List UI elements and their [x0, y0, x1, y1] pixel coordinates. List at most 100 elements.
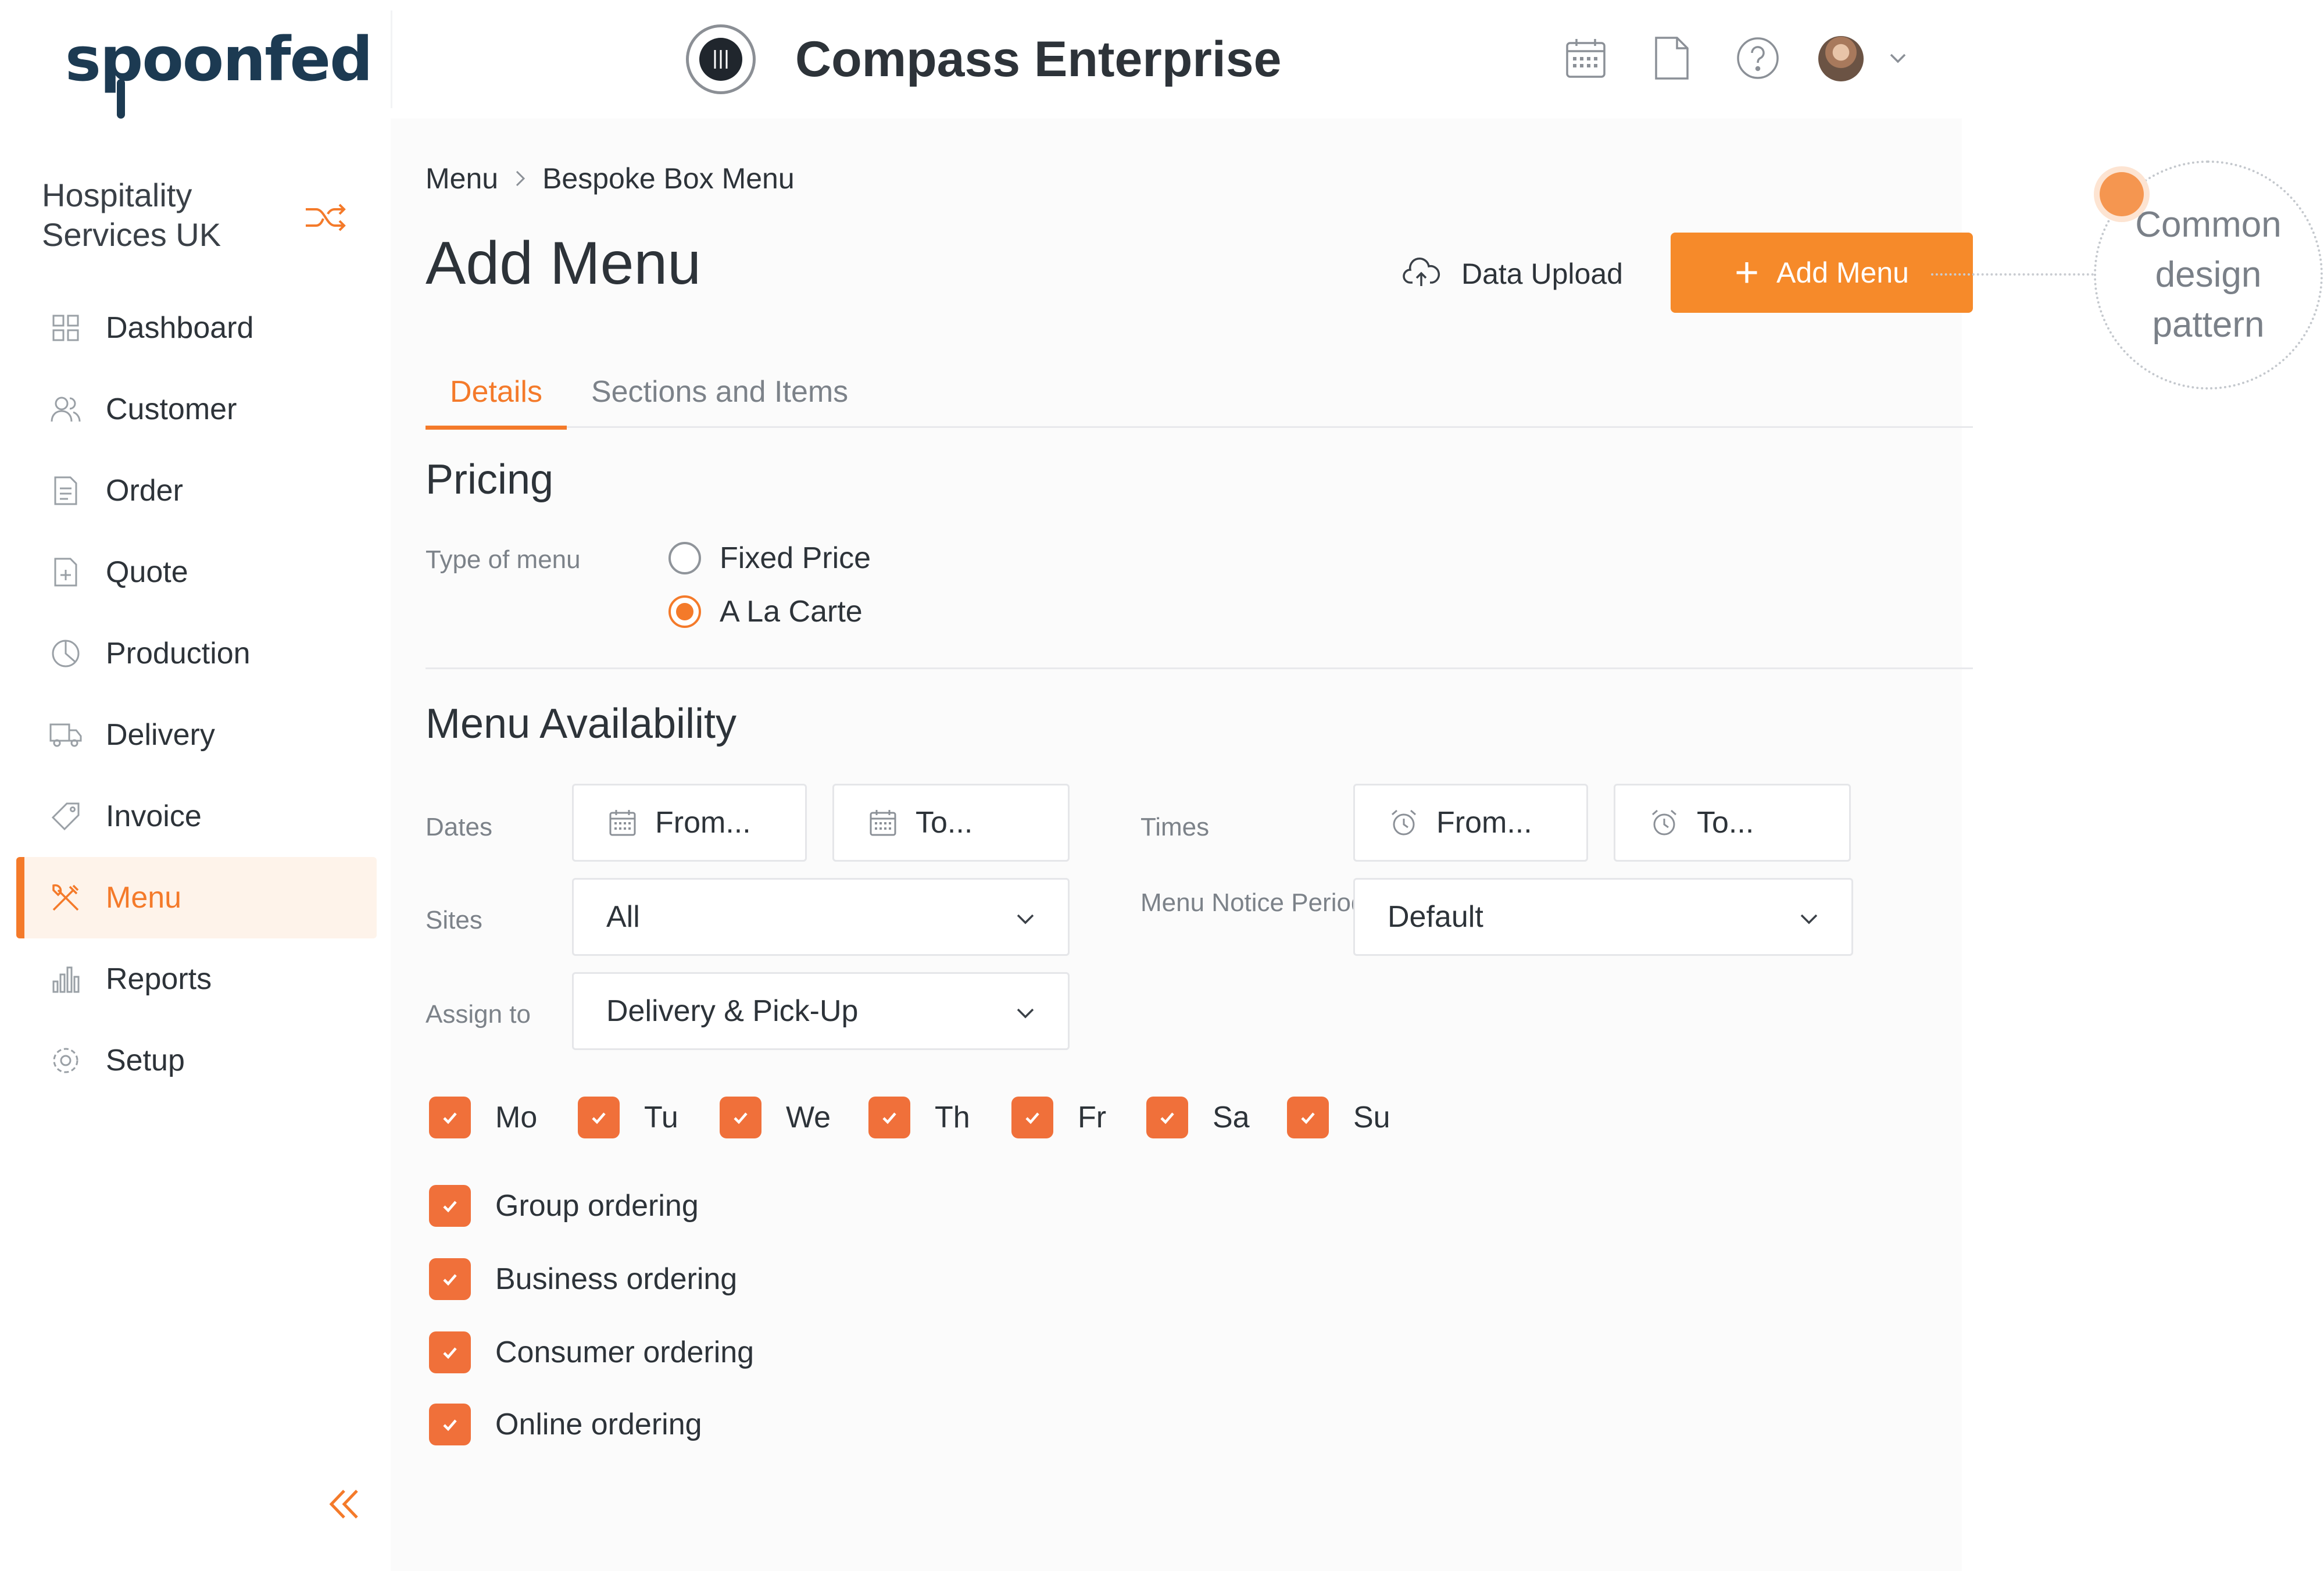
- time-to-input[interactable]: To...: [1614, 784, 1851, 862]
- time-to-placeholder: To...: [1697, 806, 1754, 840]
- day-checkbox-fr[interactable]: Fr: [1011, 1094, 1106, 1141]
- tag-icon: [49, 799, 83, 833]
- chart-icon: [49, 962, 83, 996]
- spoonfed-logo[interactable]: s p oonfed: [65, 13, 373, 119]
- checkbox-group-ordering[interactable]: Group ordering: [429, 1183, 699, 1229]
- checkbox-checked[interactable]: [720, 1097, 761, 1138]
- sidebar-item-label: Quote: [106, 555, 188, 589]
- sites-label: Sites: [426, 906, 482, 934]
- dashboard-icon: [49, 311, 83, 345]
- day-label: Su: [1353, 1101, 1390, 1134]
- day-checkbox-su[interactable]: Su: [1287, 1094, 1390, 1141]
- tab-sections-and-items[interactable]: Sections and Items: [567, 356, 873, 428]
- day-label: We: [786, 1101, 831, 1134]
- user-avatar[interactable]: [1818, 36, 1864, 81]
- users-icon: [49, 392, 83, 426]
- annotation-connector: [1931, 273, 2094, 276]
- day-label: Fr: [1078, 1101, 1107, 1134]
- quote-icon: [49, 555, 83, 589]
- radio-label: Fixed Price: [720, 541, 871, 575]
- sidebar-item-label: Menu: [106, 881, 182, 915]
- enterprise-title: Compass Enterprise: [795, 31, 1282, 87]
- shuffle-icon[interactable]: [302, 194, 349, 241]
- checkbox-checked[interactable]: [429, 1331, 471, 1373]
- day-checkbox-mo[interactable]: Mo: [429, 1094, 537, 1141]
- chevron-down-icon: [1796, 905, 1822, 932]
- checkbox-checked[interactable]: [1146, 1097, 1188, 1138]
- notice-period-value: Default: [1388, 900, 1483, 934]
- header-divider: [391, 10, 392, 108]
- sidebar-item-delivery[interactable]: Delivery: [16, 694, 377, 776]
- type-of-menu-label: Type of menu: [426, 545, 581, 574]
- assign-to-label: Assign to: [426, 1000, 531, 1029]
- sidebar-item-menu[interactable]: Menu: [16, 857, 377, 938]
- sidebar-item-order[interactable]: Order: [16, 450, 377, 531]
- truck-icon: [49, 718, 83, 752]
- chevron-down-icon[interactable]: [1883, 34, 1912, 83]
- checkbox-checked[interactable]: [429, 1185, 471, 1227]
- radio-a-la-carte[interactable]: A La Carte: [668, 588, 863, 635]
- checkbox-checked[interactable]: [429, 1258, 471, 1300]
- help-icon[interactable]: [1733, 34, 1782, 83]
- checkbox-checked[interactable]: [429, 1097, 471, 1138]
- checkbox-consumer-ordering[interactable]: Consumer ordering: [429, 1329, 754, 1376]
- checkbox-checked[interactable]: [1011, 1097, 1053, 1138]
- radio-fixed-price[interactable]: Fixed Price: [668, 535, 871, 581]
- add-menu-button[interactable]: + Add Menu: [1671, 233, 1973, 313]
- data-upload-button[interactable]: Data Upload: [1402, 248, 1623, 300]
- day-checkbox-we[interactable]: We: [720, 1094, 831, 1141]
- page-title: Add Menu: [426, 230, 702, 297]
- sidebar-item-reports[interactable]: Reports: [16, 938, 377, 1020]
- collapse-sidebar-icon[interactable]: [319, 1479, 369, 1529]
- org-name: Hospitality Services UK: [42, 177, 221, 253]
- day-checkbox-sa[interactable]: Sa: [1146, 1094, 1250, 1141]
- dates-label: Dates: [426, 813, 492, 841]
- radio-button[interactable]: [668, 542, 701, 574]
- alarm-clock-icon: [1648, 806, 1681, 839]
- checkbox-checked[interactable]: [429, 1404, 471, 1445]
- sidebar-nav: Dashboard Customer Order Quote Productio…: [16, 287, 377, 1101]
- checkbox-checked[interactable]: [1287, 1097, 1329, 1138]
- option-label: Group ordering: [495, 1189, 699, 1223]
- date-from-input[interactable]: From...: [572, 784, 807, 862]
- breadcrumb-parent[interactable]: Menu: [426, 162, 498, 195]
- sidebar-item-invoice[interactable]: Invoice: [16, 776, 377, 857]
- date-to-placeholder: To...: [916, 806, 973, 840]
- sidebar-item-customer[interactable]: Customer: [16, 369, 377, 450]
- checkbox-checked[interactable]: [578, 1097, 620, 1138]
- day-checkbox-th[interactable]: Th: [868, 1094, 970, 1141]
- calendar-icon: [867, 806, 899, 839]
- time-from-input[interactable]: From...: [1353, 784, 1588, 862]
- logo-spoon: p: [99, 24, 143, 119]
- checkbox-business-ordering[interactable]: Business ordering: [429, 1256, 737, 1302]
- main-content: Menu Bespoke Box Menu Add Menu Data Uplo…: [391, 119, 1973, 1571]
- order-icon: [49, 474, 83, 508]
- sidebar-item-quote[interactable]: Quote: [16, 531, 377, 613]
- document-icon[interactable]: [1647, 34, 1696, 83]
- sidebar-item-production[interactable]: Production: [16, 613, 377, 694]
- day-checkbox-tu[interactable]: Tu: [578, 1094, 678, 1141]
- sites-select[interactable]: All: [572, 878, 1070, 956]
- tab-details[interactable]: Details: [426, 356, 567, 430]
- sidebar-item-label: Delivery: [106, 718, 215, 752]
- menu-availability-heading: Menu Availability: [426, 701, 736, 747]
- add-menu-label: Add Menu: [1776, 256, 1909, 289]
- option-label: Business ordering: [495, 1262, 738, 1296]
- date-to-input[interactable]: To...: [832, 784, 1070, 862]
- sidebar-item-setup[interactable]: Setup: [16, 1020, 377, 1101]
- sidebar-item-label: Production: [106, 637, 251, 670]
- alarm-clock-icon: [1388, 806, 1420, 839]
- checkbox-checked[interactable]: [868, 1097, 910, 1138]
- data-upload-label: Data Upload: [1461, 258, 1623, 290]
- day-label: Mo: [495, 1101, 538, 1134]
- radio-label: A La Carte: [720, 595, 863, 629]
- calendar-icon[interactable]: [1561, 34, 1610, 83]
- cutlery-icon: [49, 881, 83, 915]
- assign-to-select[interactable]: Delivery & Pick-Up: [572, 972, 1070, 1050]
- checkbox-online-ordering[interactable]: Online ordering: [429, 1401, 702, 1448]
- sidebar-item-dashboard[interactable]: Dashboard: [16, 287, 377, 369]
- logo-prefix: s: [65, 24, 101, 95]
- menu-notice-period-select[interactable]: Default: [1353, 878, 1853, 956]
- radio-button[interactable]: [668, 595, 701, 628]
- plus-icon: +: [1735, 249, 1760, 296]
